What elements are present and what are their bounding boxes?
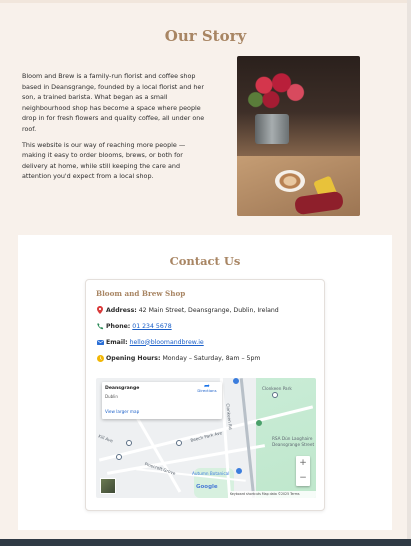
map-attribution[interactable]: Keyboard shortcuts Map data ©2025 Terms xyxy=(228,491,316,498)
our-story-heading: Our Story xyxy=(164,27,247,45)
map-marker[interactable] xyxy=(256,420,262,426)
bottom-strip xyxy=(0,539,411,546)
map-marker[interactable] xyxy=(176,440,182,446)
map-marker[interactable] xyxy=(126,440,132,446)
coffee-cup-image-part xyxy=(275,170,305,192)
roses-image-part xyxy=(243,66,313,114)
hours-value: Monday – Saturday, 8am – 5pm xyxy=(162,354,261,362)
map-label: Deansgrange Street xyxy=(272,442,315,447)
top-strip xyxy=(0,0,411,3)
map-label: RSA Dún Laoghaire xyxy=(272,436,313,441)
clock-icon xyxy=(96,354,104,362)
map-marker[interactable] xyxy=(116,454,122,460)
envelope-icon xyxy=(96,339,104,345)
vase-image-part xyxy=(255,114,289,144)
map-pin-icon xyxy=(96,306,104,314)
hours-label: Opening Hours: xyxy=(106,354,161,362)
contact-card: Bloom and Brew Shop Address: 42 Main Str… xyxy=(85,279,325,511)
contact-heading: Contact Us xyxy=(169,254,241,268)
map-marker[interactable] xyxy=(233,378,239,384)
email-label: Email: xyxy=(106,338,128,346)
hours-row: Opening Hours: Monday – Saturday, 8am – … xyxy=(96,353,260,363)
phone-label: Phone: xyxy=(106,322,131,330)
map-marker[interactable] xyxy=(236,468,242,474)
story-text-block: Bloom and Brew is a family-run florist a… xyxy=(22,71,206,187)
contact-section: Contact Us Bloom and Brew Shop Address: … xyxy=(18,235,392,530)
map-road xyxy=(133,413,182,493)
phone-link[interactable]: 01 234 5678 xyxy=(132,323,171,330)
embedded-map[interactable]: Clonkeen Park Clonkeen Rd Beech Park Ave… xyxy=(96,378,316,498)
phone-icon xyxy=(96,322,104,330)
phone-row: Phone: 01 234 5678 xyxy=(96,321,172,331)
shop-photo xyxy=(237,56,360,216)
email-link[interactable]: hello@bloomandbrew.ie xyxy=(130,339,204,346)
satellite-toggle[interactable] xyxy=(100,478,116,494)
scrollbar-track[interactable] xyxy=(407,0,411,546)
map-marker[interactable] xyxy=(272,392,278,398)
address-value: 42 Main Street, Deansgrange, Dublin, Ire… xyxy=(138,306,279,314)
map-label: Clonkeen Park xyxy=(262,386,292,391)
address-row: Address: 42 Main Street, Deansgrange, Du… xyxy=(96,305,279,315)
map-zoom-controls: + − xyxy=(296,456,310,486)
google-logo: Google xyxy=(196,484,218,490)
story-paragraph-1: Bloom and Brew is a family-run florist a… xyxy=(22,72,205,133)
zoom-out-button[interactable]: − xyxy=(296,471,310,486)
view-larger-map-link[interactable]: View larger map xyxy=(105,409,139,414)
map-label: Autumn Botanical xyxy=(192,471,230,476)
map-place-card: Deansgrange Dublin View larger map ➦ Dir… xyxy=(102,382,222,419)
story-paragraph-2: This website is our way of reaching more… xyxy=(22,140,186,181)
address-label: Address: xyxy=(106,306,137,314)
map-place-area: Dublin xyxy=(105,394,118,399)
zoom-in-button[interactable]: + xyxy=(296,456,310,471)
map-place-name: Deansgrange xyxy=(105,386,140,391)
email-row: Email: hello@bloomandbrew.ie xyxy=(96,337,204,347)
shop-name: Bloom and Brew Shop xyxy=(96,289,186,298)
map-label: Kill Ave xyxy=(97,433,114,444)
directions-link[interactable]: Directions xyxy=(194,388,220,393)
